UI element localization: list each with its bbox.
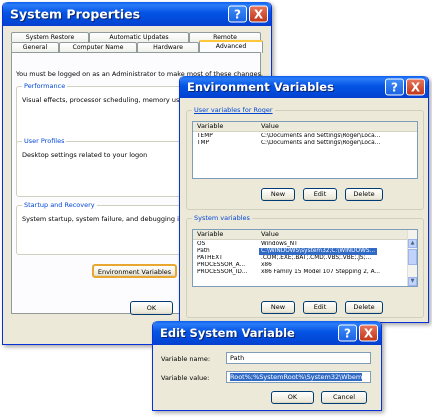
variable-value-label: Variable value: xyxy=(161,374,210,382)
scroll-up-icon[interactable]: ▲ xyxy=(408,239,417,248)
system-properties-ok-button[interactable]: OK xyxy=(130,301,173,315)
variable-value-text: Root%;%SystemRoot%\System32\Wbem xyxy=(230,373,363,381)
variable-value: x86 xyxy=(261,262,272,268)
help-icon[interactable]: ? xyxy=(338,324,357,342)
tab-label: System Restore xyxy=(25,34,75,41)
system-properties-titlebar[interactable]: System Properties ? X xyxy=(3,2,271,26)
system-variables-list[interactable]: Variable Value OS Windows_NT Path C:\WIN… xyxy=(192,229,418,287)
edit-system-variable-title: Edit System Variable xyxy=(160,326,295,340)
column-header-variable[interactable]: Variable xyxy=(197,230,223,239)
system-properties-title: System Properties xyxy=(10,6,141,22)
tab-label: Advanced xyxy=(215,43,247,50)
close-icon[interactable]: X xyxy=(406,78,425,96)
variable-name-field[interactable]: Path xyxy=(226,352,371,364)
help-icon[interactable]: ? xyxy=(228,5,247,23)
close-icon[interactable]: X xyxy=(359,324,378,342)
system-variables-group: System variables Variable Value OS Windo… xyxy=(186,214,424,318)
system-list-header: Variable Value xyxy=(193,230,417,240)
environment-variables-titlebar[interactable]: Environment Variables ? X xyxy=(180,76,428,98)
variable-value: C:\WINDOWS\system32;C:\WINDOWS... xyxy=(259,248,378,255)
edit-system-variable-window: Edit System Variable ? X Variable name: … xyxy=(152,321,382,411)
table-row[interactable]: PATHEXT .COM;.EXE;.BAT;.CMD;.VBS;.VBE;.J… xyxy=(193,255,409,262)
variable-name: TEMP xyxy=(197,133,213,139)
variable-value: x86 Family 15 Model 107 Stepping 2, A... xyxy=(261,269,380,275)
edit-system-variable-titlebar[interactable]: Edit System Variable ? X xyxy=(153,321,381,345)
tab-general[interactable]: General xyxy=(11,42,59,52)
user-variables-label: User variables for Roger xyxy=(192,106,275,114)
variable-name-label: Variable name: xyxy=(161,355,211,363)
variable-name: PATHEXT xyxy=(197,255,223,261)
user-list-header: Variable Value xyxy=(193,122,417,132)
table-row[interactable]: PROCESSOR_ID... x86 Family 15 Model 107 … xyxy=(193,269,409,276)
edit-ok-button[interactable]: OK xyxy=(271,391,314,404)
environment-variables-button[interactable]: Environment Variables xyxy=(92,264,177,278)
user-new-button[interactable]: New xyxy=(261,188,295,201)
user-variables-group: User variables for Roger Variable Value … xyxy=(186,106,424,210)
variable-value: .COM;.EXE;.BAT;.CMD;.VBS;.VBE;.JS;... xyxy=(261,255,372,261)
tab-label: Automatic Updates xyxy=(109,34,169,41)
variable-value-field[interactable]: Root%;%SystemRoot%\System32\Wbem xyxy=(226,371,371,383)
table-row[interactable]: OS Windows_NT xyxy=(193,241,409,248)
variable-name: TMP xyxy=(197,140,210,146)
environment-variables-window: Environment Variables ? X User variables… xyxy=(179,76,429,323)
system-new-button[interactable]: New xyxy=(261,301,295,314)
column-header-variable[interactable]: Variable xyxy=(197,122,223,131)
table-row-selected[interactable]: Path C:\WINDOWS\system32;C:\WINDOWS... xyxy=(193,248,409,255)
column-header-value[interactable]: Value xyxy=(261,122,279,131)
variable-name: Path xyxy=(197,248,210,254)
performance-text: Visual effects, processor scheduling, me… xyxy=(22,96,188,104)
tab-label: Hardware xyxy=(153,44,183,51)
environment-variables-title: Environment Variables xyxy=(187,80,334,94)
variable-value: C:\Documents and Settings\Roger\Loca... xyxy=(261,133,381,139)
variable-name: PROCESSOR_ID... xyxy=(197,269,248,275)
table-row[interactable]: TEMP C:\Documents and Settings\Roger\Loc… xyxy=(193,133,417,140)
user-profiles-label: User Profiles xyxy=(22,137,67,145)
scroll-thumb[interactable] xyxy=(408,249,417,265)
help-icon[interactable]: ? xyxy=(385,78,404,96)
user-edit-button[interactable]: Edit xyxy=(303,188,337,201)
startup-recovery-text: System startup, system failure, and debu… xyxy=(22,215,192,223)
system-edit-button[interactable]: Edit xyxy=(303,301,337,314)
variable-value: C:\Documents and Settings\Roger\Loca... xyxy=(261,140,381,146)
scroll-down-icon[interactable]: ▼ xyxy=(408,277,417,286)
user-variables-list[interactable]: Variable Value TEMP C:\Documents and Set… xyxy=(192,121,418,179)
performance-label: Performance xyxy=(22,82,68,90)
close-icon[interactable]: X xyxy=(249,5,268,23)
variable-name: PROCESSOR_A... xyxy=(197,262,246,268)
table-row[interactable]: PROCESSOR_A... x86 xyxy=(193,262,409,269)
system-delete-button[interactable]: Delete xyxy=(345,301,383,314)
table-row[interactable]: TMP C:\Documents and Settings\Roger\Loca… xyxy=(193,140,417,147)
tab-hardware[interactable]: Hardware xyxy=(137,42,199,52)
tab-system-restore[interactable]: System Restore xyxy=(11,32,89,42)
startup-recovery-label: Startup and Recovery xyxy=(22,201,97,209)
variable-value: Windows_NT xyxy=(261,241,298,247)
system-list-scrollbar[interactable]: ▲ ▼ xyxy=(407,230,417,286)
tab-label: Computer Name xyxy=(72,44,124,51)
tab-label: General xyxy=(22,44,48,51)
column-header-value[interactable]: Value xyxy=(261,230,279,239)
user-profiles-text: Desktop settings related to your logon xyxy=(22,151,148,159)
tab-computer-name[interactable]: Computer Name xyxy=(59,42,137,52)
user-delete-button[interactable]: Delete xyxy=(345,188,383,201)
tab-automatic-updates[interactable]: Automatic Updates xyxy=(89,32,189,42)
variable-name: OS xyxy=(197,241,206,247)
system-variables-label: System variables xyxy=(192,214,252,222)
edit-cancel-button[interactable]: Cancel xyxy=(321,391,367,404)
